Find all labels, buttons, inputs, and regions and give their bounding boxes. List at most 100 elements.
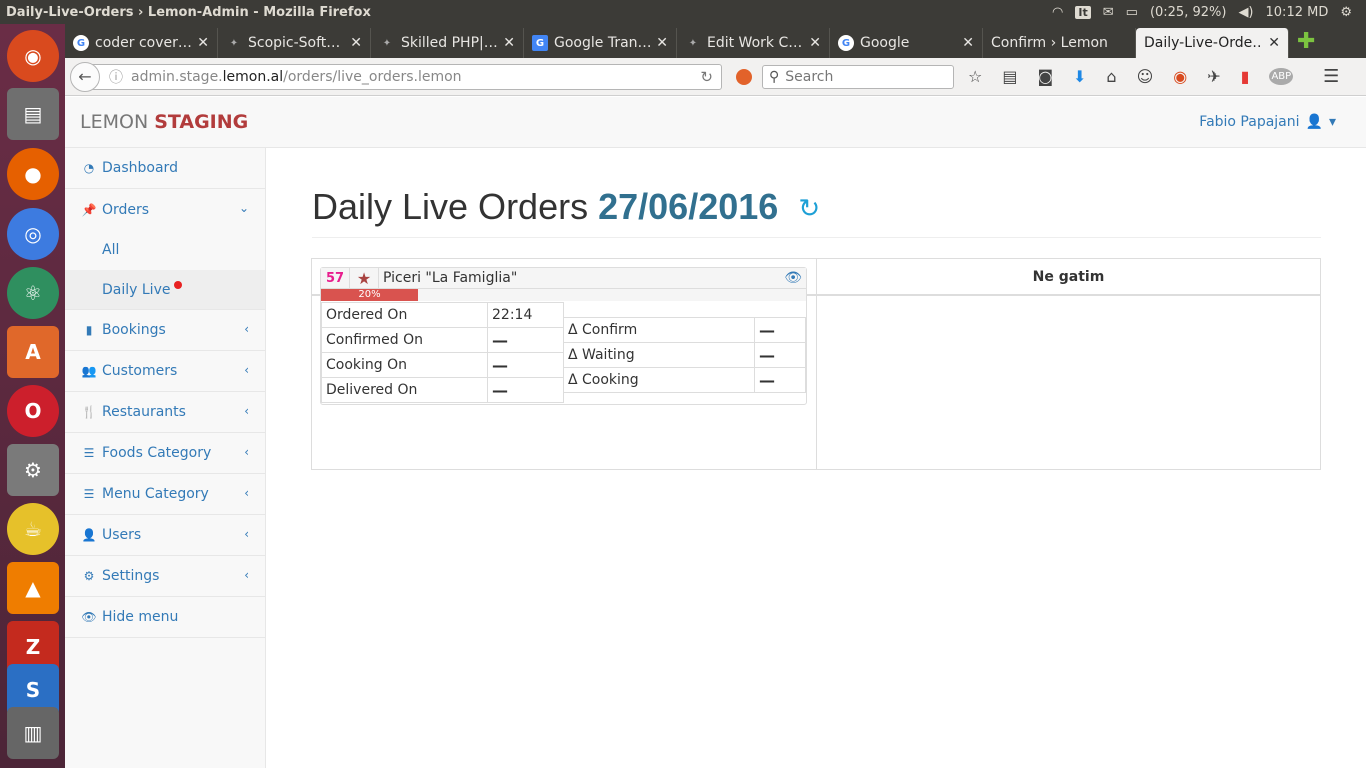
- tab-google[interactable]: G Google ✕: [830, 28, 983, 58]
- system-settings-icon[interactable]: ⚙: [7, 444, 59, 496]
- tab-edit-work[interactable]: ✦ Edit Work C… ✕: [677, 28, 830, 58]
- files-icon[interactable]: ▤: [7, 88, 59, 140]
- dashboard-gauge-icon: ◔: [83, 161, 95, 175]
- column-per-tu-gatuar: Per tu gatuar 57 ★ Piceri "La Famiglia" …: [312, 259, 817, 469]
- sidebar-item-users[interactable]: 👤 Users ‹: [65, 515, 265, 556]
- home-icon[interactable]: ⌂: [1106, 67, 1116, 86]
- download-arrow-icon[interactable]: ⬇: [1073, 67, 1086, 86]
- caret-down-icon: ▾: [1328, 114, 1336, 130]
- reload-icon[interactable]: ↻: [700, 68, 713, 86]
- close-tab-icon[interactable]: ✕: [197, 35, 209, 51]
- chevron-left-icon: ‹: [244, 445, 249, 459]
- brand-logo[interactable]: LEMON STAGING: [80, 111, 248, 133]
- chrome-icon[interactable]: ◎: [7, 208, 59, 260]
- page-title: Daily Live Orders 27/06/2016 ↻: [312, 186, 821, 227]
- ninja-icon: ✦: [382, 37, 392, 49]
- bookmark-star-icon[interactable]: ☆: [968, 67, 982, 86]
- tab-scopic[interactable]: ✦ Scopic-Soft… ✕: [218, 28, 371, 58]
- system-gear-icon[interactable]: ⚙: [1340, 5, 1352, 20]
- battery-status[interactable]: (0:25, 92%): [1150, 5, 1227, 20]
- hamburger-menu-icon[interactable]: ☰: [1323, 66, 1339, 87]
- browser-nav-bar: ← ⓘ admin.stage. lemon.al/orders/live_ord…: [65, 58, 1366, 96]
- adblock-icon[interactable]: ABP: [1269, 68, 1294, 85]
- battery-icon[interactable]: ▭: [1126, 5, 1138, 20]
- chevron-left-icon: ‹: [244, 404, 249, 418]
- browser-tab-bar: G coder cover… ✕ ✦ Scopic-Soft… ✕ ✦ Skil…: [65, 24, 1366, 58]
- new-tab-plus-icon[interactable]: ✚: [1297, 29, 1315, 54]
- search-icon: ⚲: [769, 68, 780, 85]
- order-deltas-table: Δ Confirm — Δ Waiting — Δ Cooking —: [563, 317, 806, 393]
- reading-list-icon[interactable]: ▤: [1002, 67, 1017, 86]
- addon-icon[interactable]: ✈: [1207, 67, 1220, 86]
- sidebar-item-orders-all[interactable]: All: [65, 230, 265, 270]
- app-header: LEMON STAGING Fabio Papajani 👤 ▾: [65, 97, 1366, 148]
- volume-icon[interactable]: ◀): [1238, 5, 1253, 20]
- teapot-icon[interactable]: ☕: [7, 503, 59, 555]
- software-center-icon[interactable]: A: [7, 326, 59, 378]
- table-row: Δ Cooking —: [563, 367, 806, 393]
- user-name: Fabio Papajani: [1199, 114, 1300, 130]
- chevron-left-icon: ‹: [244, 486, 249, 500]
- extension-icon[interactable]: [736, 68, 752, 85]
- keyboard-layout-indicator[interactable]: It: [1075, 5, 1091, 19]
- pocket-icon[interactable]: ◙: [1037, 67, 1053, 86]
- chevron-left-icon: ‹: [244, 363, 249, 377]
- url-bar[interactable]: ⓘ admin.stage. lemon.al/orders/live_order…: [92, 63, 722, 90]
- eye-icon[interactable]: 👁: [784, 268, 806, 288]
- info-icon[interactable]: ⓘ: [109, 67, 123, 87]
- back-arrow-icon[interactable]: ←: [70, 61, 100, 92]
- close-tab-icon[interactable]: ✕: [656, 35, 668, 51]
- restaurant-name: Piceri "La Famiglia": [383, 270, 518, 286]
- table-row: Δ Waiting —: [563, 342, 806, 368]
- opera-icon[interactable]: O: [7, 385, 59, 437]
- list-alt-icon: ☰: [83, 487, 95, 501]
- close-tab-icon[interactable]: ✕: [962, 35, 974, 51]
- close-tab-icon[interactable]: ✕: [1268, 35, 1280, 51]
- search-placeholder: Search: [785, 68, 834, 85]
- ubuntu-dash-icon[interactable]: ◉: [7, 30, 59, 82]
- close-tab-icon[interactable]: ✕: [503, 35, 515, 51]
- sidebar-item-dashboard[interactable]: ◔ Dashboard: [65, 148, 265, 189]
- tab-daily-live-orders[interactable]: Daily-Live-Orde… ✕: [1136, 28, 1289, 58]
- clock[interactable]: 10:12 MD: [1266, 5, 1329, 20]
- sidebar-item-hide-menu[interactable]: 👁 Hide menu: [65, 597, 265, 638]
- addon-red-icon[interactable]: ▮: [1241, 67, 1250, 86]
- sidebar-item-customers[interactable]: 👥 Customers ‹: [65, 351, 265, 392]
- star-icon[interactable]: ★: [350, 268, 379, 288]
- title-divider: [312, 237, 1321, 238]
- color-picker-icon[interactable]: ◉: [1173, 67, 1187, 86]
- mail-icon[interactable]: ✉: [1103, 5, 1114, 20]
- gears-icon: ⚙: [83, 569, 95, 583]
- tab-google-translate[interactable]: G Google Tran… ✕: [524, 28, 677, 58]
- table-row: Cooking On —: [321, 352, 564, 378]
- chevron-left-icon: ‹: [244, 568, 249, 582]
- tab-confirm-lemon[interactable]: Confirm › Lemon: [983, 28, 1136, 58]
- chevron-left-icon: ‹: [244, 527, 249, 541]
- user-icon: 👤: [81, 528, 97, 542]
- ninja-icon: ✦: [688, 37, 698, 49]
- tab-skilled-php[interactable]: ✦ Skilled PHP|… ✕: [371, 28, 524, 58]
- search-input[interactable]: ⚲ Search: [762, 64, 954, 89]
- url-prefix: admin.stage.: [131, 68, 223, 85]
- scanner-icon[interactable]: ▥: [7, 707, 59, 759]
- tab-coder-cover[interactable]: G coder cover… ✕: [65, 28, 218, 58]
- table-row: Confirmed On —: [321, 327, 564, 353]
- sidebar-item-daily-live[interactable]: Daily Live: [65, 270, 265, 310]
- close-tab-icon[interactable]: ✕: [350, 35, 362, 51]
- close-tab-icon[interactable]: ✕: [809, 35, 821, 51]
- order-card-header: 57 ★ Piceri "La Famiglia" 👁: [321, 268, 806, 289]
- vlc-icon[interactable]: ▲: [7, 562, 59, 614]
- firefox-icon[interactable]: ●: [7, 148, 59, 200]
- sidebar-item-menu-category[interactable]: ☰ Menu Category ‹: [65, 474, 265, 515]
- sidebar-item-restaurants[interactable]: 🍴 Restaurants ‹: [65, 392, 265, 433]
- hello-chat-icon[interactable]: ☺: [1137, 67, 1154, 86]
- sidebar-item-settings[interactable]: ⚙ Settings ‹: [65, 556, 265, 597]
- sidebar-item-orders[interactable]: 📌 Orders ⌄: [65, 189, 265, 230]
- user-menu[interactable]: Fabio Papajani 👤 ▾: [1199, 114, 1336, 130]
- page-date: 27/06/2016: [598, 186, 779, 227]
- atom-icon[interactable]: ⚛: [7, 267, 59, 319]
- sidebar-item-bookings[interactable]: ▮ Bookings ‹: [65, 310, 265, 351]
- wifi-icon[interactable]: ◠: [1052, 5, 1063, 20]
- sidebar-item-foods-category[interactable]: ☰ Foods Category ‹: [65, 433, 265, 474]
- os-top-panel: Daily-Live-Orders › Lemon-Admin - Mozill…: [0, 0, 1366, 24]
